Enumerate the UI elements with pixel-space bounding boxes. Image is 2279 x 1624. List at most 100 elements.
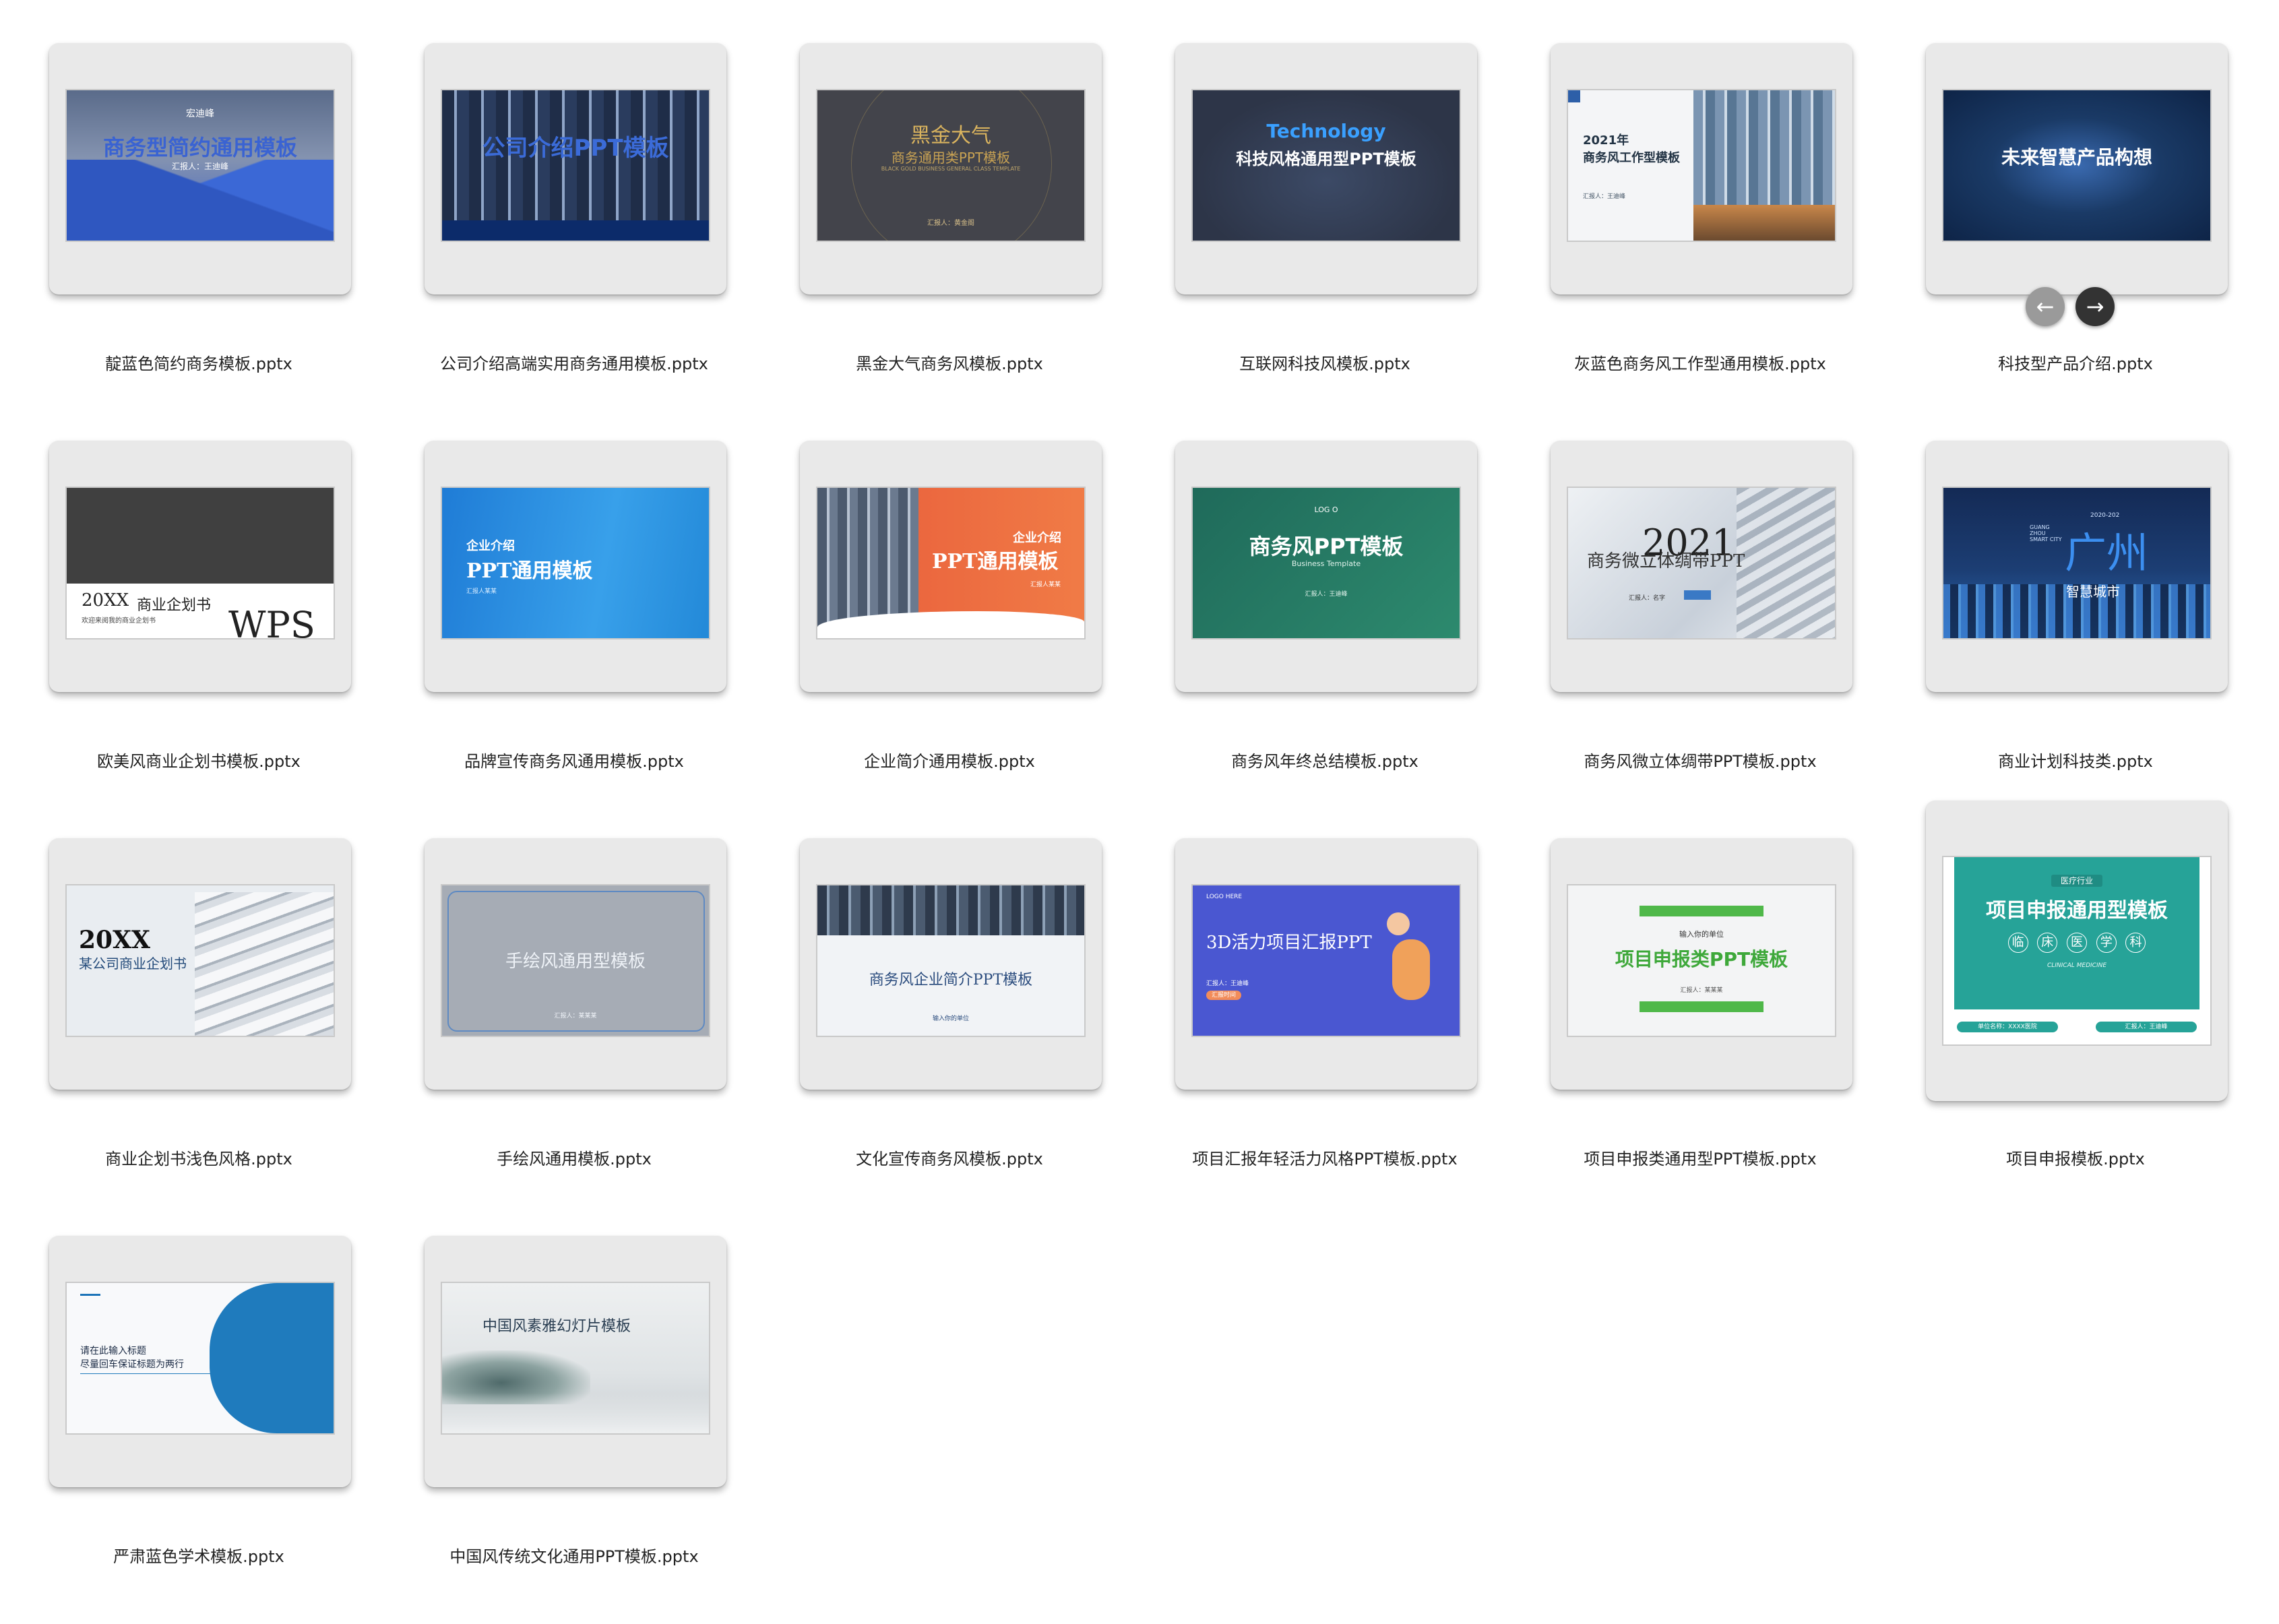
thumbnail-frame[interactable]: 请在此输入标题 尽量回车保证标题为两行 bbox=[49, 1236, 351, 1487]
file-item[interactable]: 公司介绍PPT模板 公司介绍高端实用商务通用模板.pptx bbox=[375, 0, 753, 377]
slide-thumbnail: 商务风企业简介PPT模板 输入你的单位 bbox=[816, 884, 1086, 1037]
thumbnail-frame[interactable]: Technology 科技风格通用型PPT模板 bbox=[1175, 43, 1477, 294]
slide-thumbnail: Technology 科技风格通用型PPT模板 bbox=[1191, 89, 1461, 242]
slide-title: 科技风格通用型PPT模板 bbox=[1236, 150, 1416, 168]
slide-kicker: 企业介绍 bbox=[1013, 531, 1061, 545]
file-name[interactable]: 黑金大气商务风模板.pptx bbox=[751, 350, 1148, 374]
slide-thumbnail: 医疗行业 项目申报通用型模板 临 床 医 学 科 CLINICAL MEDICI… bbox=[1942, 856, 2212, 1046]
file-item[interactable]: 宏迪峰 商务型简约通用模板 汇报人：王迪峰 靛蓝色简约商务模板.pptx bbox=[0, 0, 377, 377]
slide-sub: 汇报人：某某某 bbox=[554, 1013, 597, 1020]
thumbnail-frame[interactable]: GUANG ZHOU SMART CITY 广州 2020-202 智慧城市 bbox=[1926, 441, 2228, 692]
file-name[interactable]: 严肃蓝色学术模板.pptx bbox=[0, 1543, 398, 1567]
slide-title: 智慧城市 bbox=[2066, 584, 2120, 600]
file-item[interactable]: 企业介绍 PPT通用模板 汇报人某某 品牌宣传商务风通用模板.pptx bbox=[375, 398, 753, 775]
file-item[interactable]: 手绘风通用型模板 汇报人：某某某 手绘风通用模板.pptx bbox=[375, 795, 753, 1173]
file-name[interactable]: 互联网科技风模板.pptx bbox=[1126, 350, 1524, 374]
thumbnail-frame[interactable]: 2021年 商务风工作型模板 汇报人：王迪峰 bbox=[1551, 43, 1852, 294]
thumbnail-frame[interactable]: 商务风企业简介PPT模板 输入你的单位 bbox=[800, 838, 1102, 1090]
file-name[interactable]: 靛蓝色简约商务模板.pptx bbox=[0, 350, 398, 374]
file-name[interactable]: 项目申报模板.pptx bbox=[1877, 1146, 2274, 1169]
arrow-right-icon[interactable]: → bbox=[2075, 287, 2115, 326]
char-circle: 床 bbox=[2037, 933, 2058, 953]
file-name[interactable]: 手绘风通用模板.pptx bbox=[375, 1146, 773, 1169]
file-item[interactable]: 企业介绍 PPT通用模板 汇报人某某 企业简介通用模板.pptx bbox=[751, 398, 1128, 775]
slide-thumbnail: 未来智慧产品构想 bbox=[1942, 89, 2212, 242]
slide-city: 广州 bbox=[2065, 528, 2149, 577]
file-item[interactable]: 20XX 商业企划书 欢迎来阅我的商业企划书 WPS 欧美风商业企划书模板.pp… bbox=[0, 398, 377, 775]
slide-years: 2020-202 bbox=[2090, 512, 2120, 519]
slide-title: 商务型简约通用模板 bbox=[102, 135, 297, 160]
thumbnail-frame[interactable]: 输入你的单位 项目申报类PPT模板 汇报人：某某某 bbox=[1551, 838, 1852, 1090]
file-name[interactable]: 商务风年终总结模板.pptx bbox=[1126, 748, 1524, 772]
thumbnail-frame[interactable]: LOG O 商务风PPT模板 Business Template 汇报人：王迪峰 bbox=[1175, 441, 1477, 692]
slide-sub: 汇报人：王迪峰 bbox=[1583, 193, 1626, 200]
arrow-left-icon[interactable]: ← bbox=[2026, 287, 2065, 326]
file-name[interactable]: 企业简介通用模板.pptx bbox=[751, 748, 1148, 772]
slide-title1: 请在此输入标题 bbox=[80, 1346, 146, 1356]
file-item[interactable]: LOGO HERE 3D活力项目汇报PPT 汇报人：王迪峰 汇报时间 项目汇报年… bbox=[1126, 795, 1503, 1173]
slide-year: 2021年 bbox=[1583, 133, 1629, 148]
thumbnail-frame[interactable]: 黑金大气 商务通用类PPT模板 BLACK GOLD BUSINESS GENE… bbox=[800, 43, 1102, 294]
file-item[interactable]: 请在此输入标题 尽量回车保证标题为两行 严肃蓝色学术模板.pptx bbox=[0, 1193, 377, 1570]
slide-title: PPT通用模板 bbox=[466, 559, 593, 583]
char-circle: 临 bbox=[2007, 933, 2028, 953]
slide-title: 商务微立体绸带PPT bbox=[1587, 551, 1745, 571]
slide-title: PPT通用模板 bbox=[932, 550, 1059, 573]
slide-sub: 汇报人：某某某 bbox=[1680, 987, 1723, 994]
slide-title: 商务风工作型模板 bbox=[1583, 151, 1680, 165]
slide-thumbnail: 20XX 某公司商业企划书 bbox=[65, 884, 335, 1037]
slide-year: 20XX bbox=[79, 926, 150, 954]
file-item[interactable]: Technology 科技风格通用型PPT模板 互联网科技风模板.pptx bbox=[1126, 0, 1503, 377]
slide-title: 某公司商业企划书 bbox=[79, 956, 187, 972]
thumbnail-frame[interactable]: 企业介绍 PPT通用模板 汇报人某某 bbox=[425, 441, 726, 692]
file-item[interactable]: LOG O 商务风PPT模板 Business Template 汇报人：王迪峰… bbox=[1126, 398, 1503, 775]
file-name[interactable]: 项目汇报年轻活力风格PPT模板.pptx bbox=[1126, 1146, 1524, 1169]
slide-sub: 汇报人：王迪峰 bbox=[1206, 980, 1249, 987]
thumbnail-frame[interactable]: 中国风素雅幻灯片模板 bbox=[425, 1236, 726, 1487]
file-item[interactable]: 黑金大气 商务通用类PPT模板 BLACK GOLD BUSINESS GENE… bbox=[751, 0, 1128, 377]
file-item[interactable]: 未来智慧产品构想 ← → 科技型产品介绍.pptx bbox=[1877, 0, 2254, 377]
slide-title: 3D活力项目汇报PPT bbox=[1206, 933, 1372, 953]
file-item[interactable]: 20XX 某公司商业企划书 商业企划书浅色风格.pptx bbox=[0, 795, 377, 1173]
file-item[interactable]: 2021 商务微立体绸带PPT 汇报人：名字 商务风微立体绸带PPT模板.ppt… bbox=[1501, 398, 1879, 775]
file-name[interactable]: 商务风微立体绸带PPT模板.pptx bbox=[1501, 748, 1899, 772]
slide-title: 商务风企业简介PPT模板 bbox=[869, 972, 1033, 989]
file-item[interactable]: 2021年 商务风工作型模板 汇报人：王迪峰 灰蓝色商务风工作型通用模板.ppt… bbox=[1501, 0, 1879, 377]
slide-title2: 尽量回车保证标题为两行 bbox=[80, 1359, 184, 1370]
file-name[interactable]: 公司介绍高端实用商务通用模板.pptx bbox=[375, 350, 773, 374]
thumbnail-frame[interactable]: 2021 商务微立体绸带PPT 汇报人：名字 bbox=[1551, 441, 1852, 692]
chars-row: 临 床 医 学 科 bbox=[1943, 933, 2210, 953]
thumbnail-frame[interactable]: 医疗行业 项目申报通用型模板 临 床 医 学 科 CLINICAL MEDICI… bbox=[1926, 801, 2228, 1101]
slide-subtitle: 商务通用类PPT模板 bbox=[891, 150, 1011, 166]
thumbnail-frame[interactable]: 企业介绍 PPT通用模板 汇报人某某 bbox=[800, 441, 1102, 692]
file-item[interactable]: 中国风素雅幻灯片模板 中国风传统文化通用PPT模板.pptx bbox=[375, 1193, 753, 1570]
file-name[interactable]: 文化宣传商务风模板.pptx bbox=[751, 1146, 1148, 1169]
file-name[interactable]: 项目申报类通用型PPT模板.pptx bbox=[1501, 1146, 1899, 1169]
file-item[interactable]: 商务风企业简介PPT模板 输入你的单位 文化宣传商务风模板.pptx bbox=[751, 795, 1128, 1173]
file-name[interactable]: 中国风传统文化通用PPT模板.pptx bbox=[375, 1543, 773, 1567]
thumbnail-frame[interactable]: 公司介绍PPT模板 bbox=[425, 43, 726, 294]
slide-title: 未来智慧产品构想 bbox=[2001, 146, 2152, 168]
file-item[interactable]: 输入你的单位 项目申报类PPT模板 汇报人：某某某 项目申报类通用型PPT模板.… bbox=[1501, 795, 1879, 1173]
thumbnail-frame[interactable]: 宏迪峰 商务型简约通用模板 汇报人：王迪峰 bbox=[49, 43, 351, 294]
file-name[interactable]: 灰蓝色商务风工作型通用模板.pptx bbox=[1501, 350, 1899, 374]
thumbnail-frame[interactable]: 20XX 某公司商业企划书 bbox=[49, 838, 351, 1090]
slide-thumbnail: 2021年 商务风工作型模板 汇报人：王迪峰 bbox=[1567, 89, 1836, 242]
thumbnail-frame[interactable]: 手绘风通用型模板 汇报人：某某某 bbox=[425, 838, 726, 1090]
file-item[interactable]: 医疗行业 项目申报通用型模板 临 床 医 学 科 CLINICAL MEDICI… bbox=[1877, 795, 2254, 1173]
file-name[interactable]: 科技型产品介绍.pptx bbox=[1877, 350, 2274, 374]
slide-thumbnail: 输入你的单位 项目申报类PPT模板 汇报人：某某某 bbox=[1567, 884, 1836, 1037]
file-name[interactable]: 商业计划科技类.pptx bbox=[1877, 748, 2274, 772]
slide-thumbnail: 企业介绍 PPT通用模板 汇报人某某 bbox=[816, 487, 1086, 639]
thumbnail-frame[interactable]: 20XX 商业企划书 欢迎来阅我的商业企划书 WPS bbox=[49, 441, 351, 692]
thumbnail-frame[interactable]: LOGO HERE 3D活力项目汇报PPT 汇报人：王迪峰 汇报时间 bbox=[1175, 838, 1477, 1090]
file-item[interactable]: GUANG ZHOU SMART CITY 广州 2020-202 智慧城市 商… bbox=[1877, 398, 2254, 775]
thumbnail-frame[interactable]: 未来智慧产品构想 ← → bbox=[1926, 43, 2228, 326]
file-name[interactable]: 欧美风商业企划书模板.pptx bbox=[0, 748, 398, 772]
slide-brand: WPS bbox=[228, 604, 315, 638]
slide-thumbnail: 企业介绍 PPT通用模板 汇报人某某 bbox=[441, 487, 710, 639]
slide-sub: 汇报人：王迪峰 bbox=[171, 162, 228, 171]
file-name[interactable]: 商业企划书浅色风格.pptx bbox=[0, 1146, 398, 1169]
file-name[interactable]: 品牌宣传商务风通用模板.pptx bbox=[375, 748, 773, 772]
slide-sub: 汇报人某某 bbox=[466, 588, 497, 595]
